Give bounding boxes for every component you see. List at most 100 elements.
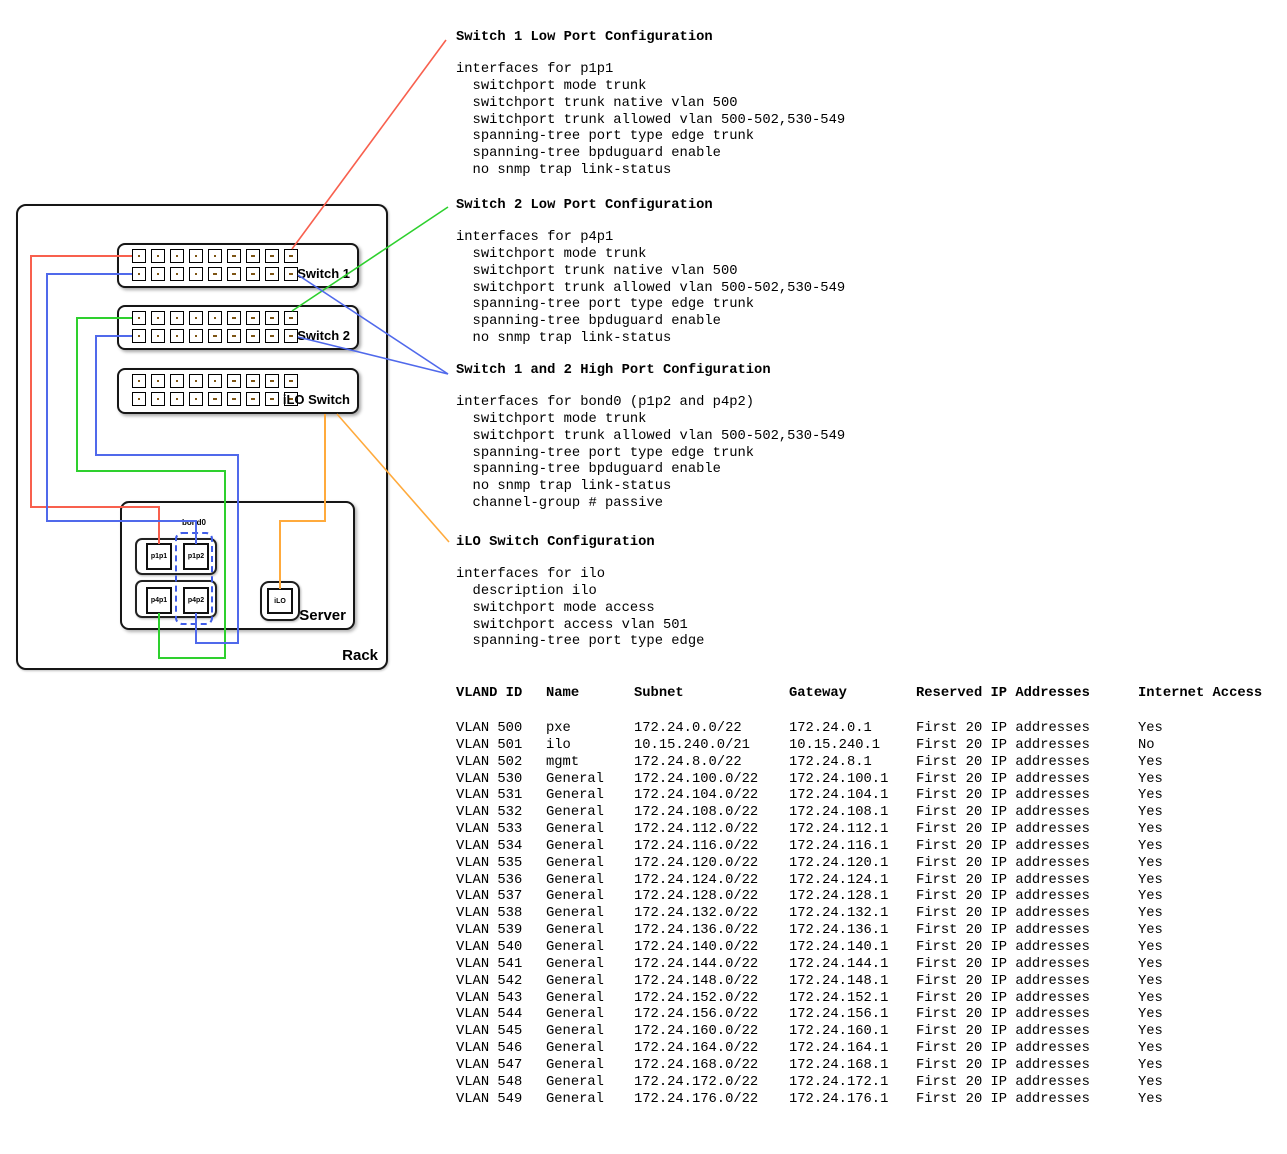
server-port-p4p2: p4p2 <box>183 587 209 614</box>
config-block-switch1-low: Switch 1 Low Port Configuration interfac… <box>456 29 845 180</box>
vlan-table-cell: VLAN 530 <box>456 772 522 789</box>
switch-port-row <box>132 374 298 388</box>
switch-port <box>189 329 203 343</box>
config-block-switch2-low: Switch 2 Low Port Configuration interfac… <box>456 197 845 348</box>
ilo-switch-ports <box>132 374 298 406</box>
vlan-table-cell: First 20 IP addresses <box>916 1092 1090 1109</box>
switch-2-label: Switch 2 <box>297 328 350 343</box>
switch-port <box>132 329 146 343</box>
vlan-table-cell: First 20 IP addresses <box>916 1007 1090 1024</box>
vlan-table-cell: 172.24.160.1 <box>789 1024 888 1041</box>
config-block-title: Switch 1 Low Port Configuration <box>456 29 845 46</box>
vlan-table-cell: 10.15.240.1 <box>789 738 880 755</box>
switch-port <box>208 374 222 388</box>
vlan-table-cell: 172.24.0.0/22 <box>634 721 742 738</box>
vlan-table-cell: First 20 IP addresses <box>916 957 1090 974</box>
switch-port <box>208 249 222 263</box>
switch-2-ports <box>132 311 298 343</box>
vlan-table-cell: VLAN 548 <box>456 1075 522 1092</box>
vlan-table-cell: VLAN 501 <box>456 738 522 755</box>
switch-port <box>208 311 222 325</box>
vlan-table-cell: 172.24.172.1 <box>789 1075 888 1092</box>
switch-port <box>151 329 165 343</box>
vlan-table-cell: 172.24.156.0/22 <box>634 1007 758 1024</box>
vlan-table-cell: VLAN 534 <box>456 839 522 856</box>
vlan-table-cell: mgmt <box>546 755 579 772</box>
vlan-table-cell: VLAN 500 <box>456 721 522 738</box>
server-port-p1p1: p1p1 <box>146 543 172 570</box>
vlan-table-cell: 172.24.144.1 <box>789 957 888 974</box>
switch-port <box>189 267 203 281</box>
switch-port <box>208 329 222 343</box>
switch-port <box>189 311 203 325</box>
vlan-table-cell: 172.24.124.0/22 <box>634 873 758 890</box>
switch-port <box>227 267 241 281</box>
vlan-table-cell: General <box>546 940 604 957</box>
switch-port <box>132 249 146 263</box>
switch-port <box>132 267 146 281</box>
vlan-table-cell: VLAN 536 <box>456 873 522 890</box>
vlan-table-cell: No <box>1138 738 1155 755</box>
vlan-table-cell: First 20 IP addresses <box>916 788 1090 805</box>
switch-port <box>151 311 165 325</box>
vlan-table-cell: VLAN 502 <box>456 755 522 772</box>
vlan-table-cell: VLAN 533 <box>456 822 522 839</box>
vlan-table-cell: First 20 IP addresses <box>916 1041 1090 1058</box>
vlan-table-cell: First 20 IP addresses <box>916 1024 1090 1041</box>
config-block-body: interfaces for p1p1 switchport mode trun… <box>456 62 845 180</box>
vlan-table-cell: pxe <box>546 721 571 738</box>
vlan-table-cell: Yes <box>1138 991 1163 1008</box>
vlan-table-cell: VLAN 538 <box>456 906 522 923</box>
switch-port <box>189 249 203 263</box>
config-block-high-ports: Switch 1 and 2 High Port Configuration i… <box>456 362 845 513</box>
switch-port <box>246 374 260 388</box>
switch-port <box>227 249 241 263</box>
switch-port <box>170 311 184 325</box>
vlan-table-cell: Yes <box>1138 721 1163 738</box>
vlan-table-cell: Yes <box>1138 957 1163 974</box>
switch-port-row <box>132 267 298 281</box>
vlan-table-cell: 172.24.112.1 <box>789 822 888 839</box>
vlan-table-cell: VLAN 540 <box>456 940 522 957</box>
vlan-table-cell: ilo <box>546 738 571 755</box>
vlan-table-cell: 172.24.164.0/22 <box>634 1041 758 1058</box>
vlan-table-cell: General <box>546 1092 604 1109</box>
vlan-column-header: VLAND ID <box>456 686 522 701</box>
vlan-table-cell: Yes <box>1138 906 1163 923</box>
config-block-title: Switch 2 Low Port Configuration <box>456 197 845 214</box>
vlan-table-cell: General <box>546 822 604 839</box>
vlan-table-cell: VLAN 535 <box>456 856 522 873</box>
switch-1-ports <box>132 249 298 281</box>
vlan-table-cell: VLAN 549 <box>456 1092 522 1109</box>
switch-port <box>284 311 298 325</box>
switch-port <box>284 249 298 263</box>
switch-port <box>151 249 165 263</box>
vlan-table-cell: 172.24.140.0/22 <box>634 940 758 957</box>
vlan-table-cell: 172.24.160.0/22 <box>634 1024 758 1041</box>
server-port-ilo: iLO <box>267 588 293 614</box>
switch-port <box>246 311 260 325</box>
switch-port <box>170 267 184 281</box>
vlan-table-cell: 172.24.152.1 <box>789 991 888 1008</box>
vlan-table-cell: First 20 IP addresses <box>916 906 1090 923</box>
server-port-p1p2: p1p2 <box>183 543 209 570</box>
switch-port-row <box>132 392 298 406</box>
vlan-table-cell: 172.24.116.1 <box>789 839 888 856</box>
vlan-table-cell: 172.24.104.1 <box>789 788 888 805</box>
vlan-table-cell: 172.24.8.1 <box>789 755 872 772</box>
switch-port <box>246 249 260 263</box>
switch-port <box>189 374 203 388</box>
server-port-p4p1: p4p1 <box>146 587 172 614</box>
vlan-table-cell: Yes <box>1138 1075 1163 1092</box>
vlan-table-cell: General <box>546 991 604 1008</box>
vlan-table-cell: Yes <box>1138 1092 1163 1109</box>
vlan-table-cell: Yes <box>1138 1007 1163 1024</box>
vlan-table-cell: 172.24.124.1 <box>789 873 888 890</box>
vlan-table-cell: First 20 IP addresses <box>916 991 1090 1008</box>
switch-port <box>208 392 222 406</box>
vlan-table-cell: VLAN 544 <box>456 1007 522 1024</box>
switch-port <box>265 392 279 406</box>
vlan-table-cell: General <box>546 923 604 940</box>
config-block-body: interfaces for ilo description ilo switc… <box>456 567 704 651</box>
switch-port <box>265 249 279 263</box>
